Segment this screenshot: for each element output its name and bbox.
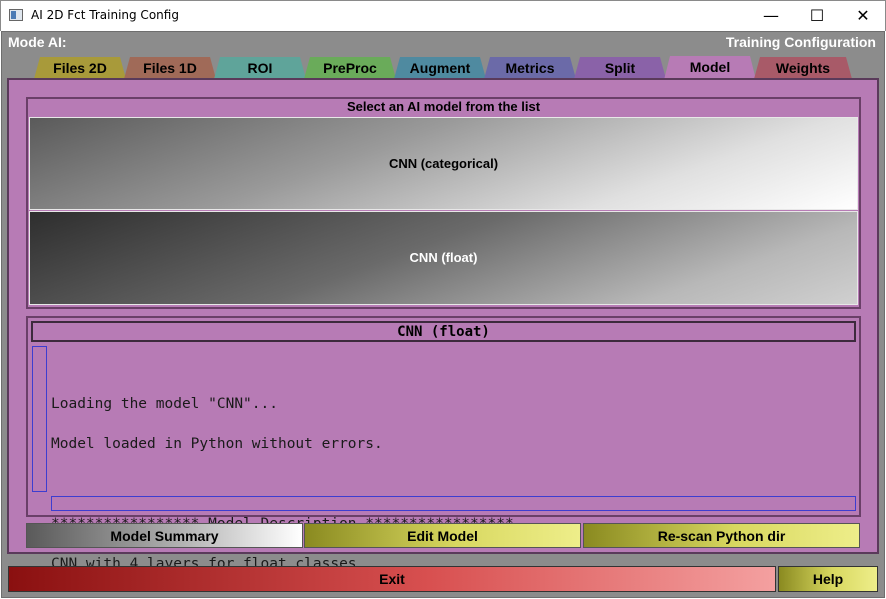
model-select-title: Select an AI model from the list — [346, 99, 541, 114]
window-title: AI 2D Fct Training Config — [31, 8, 179, 22]
description-line — [51, 474, 514, 494]
config-label: Training Configuration — [725, 34, 876, 50]
tab-files-1d[interactable]: Files 1D — [124, 57, 216, 79]
tab-label: Weights — [775, 60, 831, 76]
tab-split[interactable]: Split — [574, 57, 666, 79]
vertical-scrollbar[interactable] — [32, 346, 47, 492]
model-item-cnn-categorical[interactable]: CNN (categorical) — [29, 117, 858, 210]
model-description-header: CNN (float) — [31, 321, 856, 342]
tab-label: Metrics — [505, 60, 555, 76]
model-summary-button[interactable]: Model Summary — [26, 523, 303, 548]
description-line: Model loaded in Python without errors. — [51, 436, 383, 452]
app-icon — [9, 9, 23, 21]
close-button[interactable]: ✕ — [840, 0, 886, 31]
tab-files-2d[interactable]: Files 2D — [34, 57, 126, 79]
description-line: Loading the model "CNN"... — [51, 396, 278, 412]
model-item-cnn-float[interactable]: CNN (float) — [29, 211, 858, 305]
tab-model[interactable]: Model — [664, 56, 756, 80]
tab-roi[interactable]: ROI — [214, 57, 306, 79]
exit-button[interactable]: Exit — [8, 566, 776, 592]
tab-weights[interactable]: Weights — [754, 57, 852, 79]
horizontal-scrollbar[interactable] — [51, 496, 856, 511]
tab-label: Files 2D — [53, 60, 107, 76]
tab-label: ROI — [247, 60, 273, 76]
tab-label: Files 1D — [143, 60, 197, 76]
rescan-python-dir-button[interactable]: Re-scan Python dir — [583, 523, 860, 548]
help-button[interactable]: Help — [778, 566, 878, 592]
mode-label: Mode AI: — [8, 34, 67, 50]
minimize-button[interactable]: — — [748, 0, 794, 31]
tab-preproc[interactable]: PreProc — [304, 57, 396, 79]
tab-label: Augment — [409, 60, 471, 76]
tab-augment[interactable]: Augment — [394, 57, 486, 79]
tab-label: Model — [689, 59, 731, 75]
maximize-button[interactable]: ☐ — [794, 0, 840, 31]
model-description-text: Loading the model "CNN"... Model loaded … — [51, 374, 514, 594]
tab-metrics[interactable]: Metrics — [484, 57, 576, 79]
tab-label: PreProc — [323, 60, 377, 76]
tab-label: Split — [604, 60, 636, 76]
edit-model-button[interactable]: Edit Model — [304, 523, 581, 548]
